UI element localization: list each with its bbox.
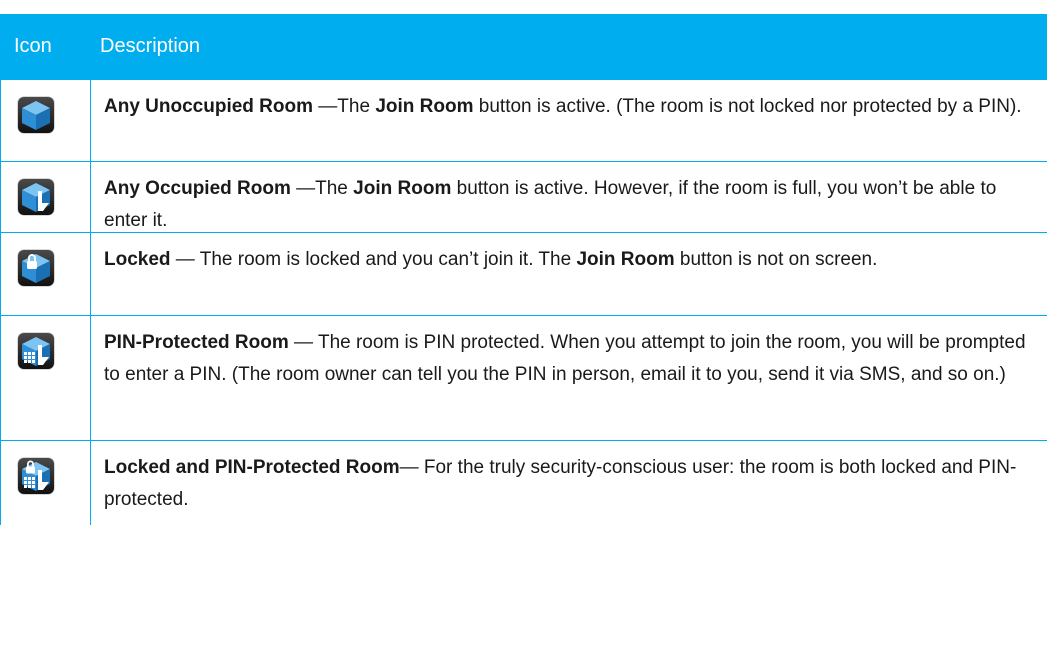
room-unoccupied-icon — [18, 97, 54, 133]
room-locked-pin-icon — [18, 458, 54, 494]
room-icon-table: Icon Description Any Unoccupied Room —Th… — [0, 14, 1047, 525]
row-title: PIN-Protected Room — [104, 332, 289, 353]
row-title: Locked — [104, 249, 171, 270]
row-description: Locked and PIN-Protected Room— For the t… — [104, 457, 1017, 510]
row-description: PIN-Protected Room — The room is PIN pro… — [104, 332, 1026, 385]
row-description: Locked — The room is locked and you can’… — [104, 249, 878, 270]
row-title: Any Occupied Room — [104, 178, 291, 199]
table-row: Locked and PIN-Protected Room— For the t… — [0, 441, 1047, 525]
table-row: PIN-Protected Room — The room is PIN pro… — [0, 316, 1047, 441]
table-header: Icon Description — [0, 14, 1047, 80]
table-row: Any Unoccupied Room —The Join Room butto… — [0, 80, 1047, 162]
header-description-label: Description — [100, 35, 201, 57]
table-row: Any Occupied Room —The Join Room button … — [0, 162, 1047, 233]
row-title: Locked and PIN-Protected Room — [104, 457, 400, 478]
row-description: Any Unoccupied Room —The Join Room butto… — [104, 96, 1022, 117]
table-row: Locked — The room is locked and you can’… — [0, 233, 1047, 316]
header-icon-label: Icon — [14, 35, 52, 57]
row-title: Any Unoccupied Room — [104, 96, 314, 117]
row-description: Any Occupied Room —The Join Room button … — [104, 178, 997, 231]
room-locked-icon — [18, 250, 54, 286]
room-occupied-icon — [18, 179, 54, 215]
room-pin-protected-icon — [18, 333, 54, 369]
